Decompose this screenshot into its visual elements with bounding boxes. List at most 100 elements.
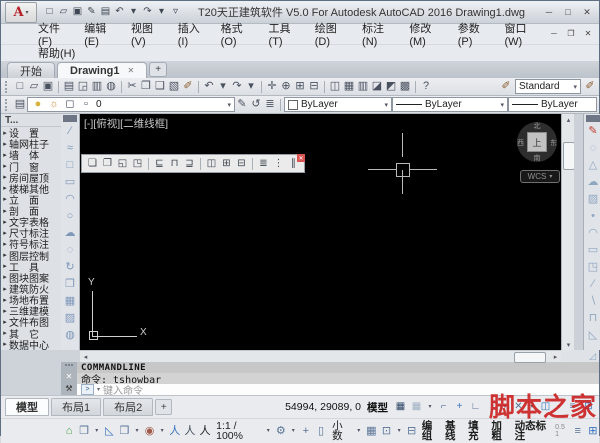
grid-dropdown-icon[interactable]: ▾ [426, 400, 434, 414]
minimize-button[interactable]: ─ [541, 5, 557, 19]
help-icon[interactable]: ? [419, 80, 433, 94]
sheetset-icon[interactable]: ◪ [370, 80, 384, 94]
doc-minimize-button[interactable]: ─ [547, 27, 561, 41]
horizontal-scroll-thumb[interactable] [514, 352, 546, 363]
osnap-dropdown-icon[interactable]: ▾ [528, 400, 536, 414]
qat-new-icon[interactable]: □ [43, 5, 56, 19]
model-space-button[interactable]: 模型 [367, 400, 388, 415]
redo-icon[interactable]: ↷ [230, 80, 244, 94]
menu-parameters[interactable]: 参数(P) [451, 20, 498, 48]
polar-tracking-icon[interactable]: ◔ [485, 400, 498, 414]
open-icon[interactable]: ▱ [27, 80, 41, 94]
grid-display-icon[interactable]: ▦ [394, 400, 407, 414]
qat-open-icon[interactable]: ▱ [57, 5, 70, 19]
extend-icon[interactable]: ∖ [585, 293, 600, 310]
menu-insert[interactable]: 插入(I) [171, 20, 214, 48]
list-icon[interactable]: ≣ [256, 157, 271, 171]
object-copy-icon[interactable]: ❏ [85, 157, 100, 171]
style-combo[interactable]: Standard ▾ [515, 79, 581, 94]
tab-model[interactable]: 模型 [5, 398, 49, 416]
qat-customize-icon[interactable]: ▿ [169, 5, 182, 19]
pencil-icon[interactable]: ✎ [585, 123, 600, 140]
qat-undo-icon[interactable]: ↶ [113, 5, 126, 19]
horizontal-scrollbar[interactable]: ◂ ▸ [80, 350, 561, 363]
print-icon[interactable]: ▤ [62, 80, 76, 94]
tab-close-icon[interactable]: ✕ [128, 66, 135, 75]
undo-dropdown-icon[interactable]: ▾ [216, 80, 230, 94]
align-center-icon[interactable]: ⊓ [167, 157, 182, 171]
distribute-v-icon[interactable]: ⊞ [219, 157, 234, 171]
rect-icon[interactable]: ▭ [585, 242, 600, 259]
menu-draw[interactable]: 绘图(D) [308, 20, 355, 48]
align-left-icon[interactable]: ⊑ [152, 157, 167, 171]
zoom-window-icon[interactable]: ⊞ [293, 80, 307, 94]
brush-icon[interactable]: ✐ [499, 80, 513, 94]
layer-combo[interactable]: ● ☼ ◻ ▫ 0 ▾ [27, 97, 235, 112]
trim-icon[interactable]: ∕ [585, 276, 600, 293]
qat-redo-dropdown-icon[interactable]: ▾ [155, 5, 168, 19]
distribute-h-icon[interactable]: ◫ [204, 157, 219, 171]
blockeditor-icon[interactable]: ✐ [181, 80, 195, 94]
tab-layout2[interactable]: 布局2 [103, 398, 154, 416]
offset-icon[interactable]: ⊓ [585, 310, 600, 327]
wcs-button[interactable]: WCS ▾ [520, 170, 560, 183]
new-layout-button[interactable]: + [155, 399, 173, 415]
match-properties-icon[interactable]: ▧ [167, 80, 181, 94]
drawing-canvas[interactable]: [-][俯视][二维线框] ❏ ❐ ◱ ◳ ⊑ ⊓ ⊒ ◫ ⊞ ⊟ ≣ ⋮ ∥ ✕ Y X 北 南 东 … [80, 114, 561, 350]
layer-manager-icon[interactable]: ▤ [13, 98, 27, 112]
copy-icon[interactable]: ❐ [62, 276, 78, 293]
corner-icon[interactable]: ◺ [585, 327, 600, 344]
copy-icon[interactable]: ❐ [139, 80, 153, 94]
cut-icon[interactable]: ✂ [125, 80, 139, 94]
toolbar-grip[interactable] [5, 98, 11, 111]
lineweight-combo[interactable]: ByLayer [508, 97, 597, 112]
menu-dimension[interactable]: 标注(N) [355, 20, 402, 48]
viewcube-east-label[interactable]: 东 [550, 138, 557, 148]
gradient-icon[interactable]: ◍ [62, 327, 78, 344]
make-layer-current-icon[interactable]: ✎ [235, 98, 249, 112]
customize-icon[interactable]: ⚒ [62, 383, 76, 395]
align-right-icon[interactable]: ⊒ [182, 157, 197, 171]
viewport-controls-label[interactable]: [-][俯视][二维线框] [84, 116, 168, 131]
array-icon[interactable]: ▦ [62, 293, 78, 310]
toolpalettes-icon[interactable]: ▥ [356, 80, 370, 94]
polygon-icon[interactable]: ▭ [62, 174, 78, 191]
toolbar-grip[interactable] [63, 115, 77, 122]
mirror-icon[interactable]: △ [585, 157, 600, 174]
close-button[interactable]: ✕ [579, 5, 595, 19]
qat-save-icon[interactable]: ▣ [71, 5, 84, 19]
customization-icon[interactable]: ≡ [566, 400, 579, 414]
object-move-icon[interactable]: ❐ [100, 157, 115, 171]
tab-drawing1[interactable]: Drawing1 ✕ [57, 62, 148, 78]
tab-layout1[interactable]: 布局1 [51, 398, 102, 416]
color-combo[interactable]: ByLayer ▾ [284, 97, 392, 112]
point-icon[interactable]: • [585, 208, 600, 225]
command-input-placeholder[interactable]: 键入命令 [103, 382, 143, 397]
zoom-previous-icon[interactable]: ⊟ [307, 80, 321, 94]
osnap-icon[interactable]: ✕ [512, 400, 525, 414]
viewcube-top-face[interactable]: 上 [527, 132, 547, 152]
panel-grip[interactable] [65, 364, 73, 371]
menu-edit[interactable]: 编辑(E) [77, 20, 124, 48]
horizontal-scroll-track[interactable] [91, 351, 550, 363]
layer-states-icon[interactable]: ≣ [263, 98, 277, 112]
ellipse-icon[interactable]: ◌ [62, 242, 78, 259]
align-top-icon[interactable]: ◳ [130, 157, 145, 171]
ortho-icon[interactable]: ∟ [469, 400, 482, 414]
close-icon[interactable]: ✕ [62, 371, 76, 383]
toolbar-grip[interactable] [5, 80, 11, 93]
erase-icon[interactable]: ◌ [585, 140, 600, 157]
toolbar-grip[interactable] [586, 115, 600, 122]
close-icon[interactable]: ✕ [297, 154, 305, 162]
recent-commands-icon[interactable]: ▾ [97, 386, 100, 393]
save-icon[interactable]: ▣ [41, 80, 55, 94]
viewcube-north-label[interactable]: 北 [517, 121, 557, 131]
hatch-icon[interactable]: ▨ [585, 191, 600, 208]
doc-restore-button[interactable]: ❐ [564, 27, 578, 41]
move-icon[interactable]: ◳ [585, 259, 600, 276]
command-input-row[interactable]: > ▾ 键入命令 [77, 382, 599, 397]
equal-space-icon[interactable]: ⊟ [234, 157, 249, 171]
menu-file[interactable]: 文件(F) [31, 20, 77, 48]
cloud-icon[interactable]: ☁ [585, 174, 600, 191]
viewcube-west-label[interactable]: 西 [517, 138, 524, 148]
